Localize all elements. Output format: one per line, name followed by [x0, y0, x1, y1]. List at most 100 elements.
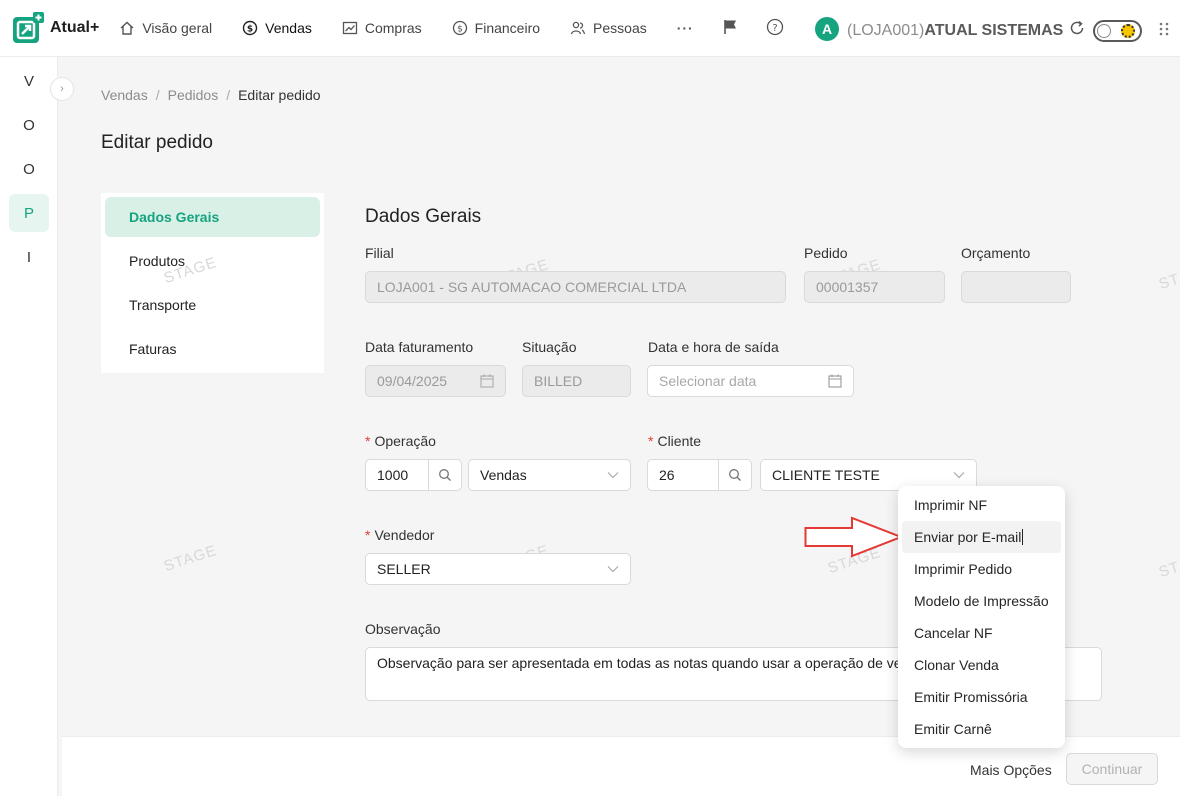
menu-imprimir-pedido[interactable]: Imprimir Pedido: [902, 553, 1061, 585]
data-faturamento-label: Data faturamento: [365, 339, 474, 355]
page-title: Editar pedido: [101, 132, 213, 153]
chevron-right-icon: ›: [60, 83, 64, 95]
collapse-sidebar-button[interactable]: ›: [50, 77, 74, 101]
orcamento-label: Orçamento: [961, 245, 1031, 261]
nav-visao-geral[interactable]: Visão geral: [119, 20, 212, 36]
operacao-selected: Vendas: [480, 467, 527, 483]
search-icon: [729, 469, 741, 481]
data-saida-label: Data e hora de saída: [648, 339, 779, 355]
menu-transporte[interactable]: Transporte: [105, 285, 320, 325]
nav-label: Vendas: [265, 20, 312, 36]
breadcrumb-pedidos[interactable]: Pedidos: [168, 87, 219, 103]
data-saida-placeholder: Selecionar data: [659, 373, 757, 389]
logo-icon: [12, 12, 44, 44]
avatar[interactable]: A: [815, 17, 839, 41]
more-options-menu: Imprimir NF Enviar por E-mail Imprimir P…: [898, 486, 1065, 748]
rail-item-v[interactable]: V: [9, 62, 49, 100]
menu-emitir-carne[interactable]: Emitir Carnê: [902, 713, 1061, 745]
nav-label: Financeiro: [474, 20, 541, 36]
cliente-code-input[interactable]: 26: [647, 459, 722, 491]
nav-compras[interactable]: Compras: [342, 20, 422, 36]
nav-label: Compras: [364, 20, 422, 36]
watermark: STAGE: [161, 541, 220, 576]
watermark: STAGE: [1156, 259, 1180, 294]
calendar-icon: [828, 374, 842, 388]
dollar-icon: $: [452, 20, 467, 36]
chevron-down-icon: [607, 472, 619, 479]
vendedor-select[interactable]: SELLER: [365, 553, 631, 585]
chevron-down-icon: [607, 566, 619, 573]
rail-item-i[interactable]: I: [9, 238, 49, 276]
menu-dados-gerais[interactable]: Dados Gerais: [105, 197, 320, 237]
left-rail: V O O P I: [0, 57, 58, 796]
filial-field[interactable]: LOJA001 - SG AUTOMACAO COMERCIAL LTDA: [365, 271, 786, 303]
search-icon: [439, 469, 451, 481]
refresh-icon[interactable]: [1068, 19, 1086, 37]
help-icon[interactable]: ?: [766, 18, 784, 36]
rail-item-o2[interactable]: O: [9, 150, 49, 188]
app-logo[interactable]: Atual+: [12, 12, 99, 44]
watermark: STAGE: [1156, 547, 1180, 582]
situacao-field[interactable]: BILLED: [522, 365, 631, 397]
operacao-select[interactable]: Vendas: [468, 459, 631, 491]
menu-imprimir-nf[interactable]: Imprimir NF: [902, 489, 1061, 521]
top-bar: Atual+ Visão geral $ Vendas Compras $ Fi…: [0, 0, 1180, 57]
theme-toggle[interactable]: [1093, 20, 1142, 42]
breadcrumb-vendas[interactable]: Vendas: [101, 87, 148, 103]
calendar-icon: [480, 374, 494, 388]
more-options-button[interactable]: Mais Opções: [970, 762, 1052, 778]
red-arrow-annotation: [804, 516, 904, 558]
breadcrumb: Vendas / Pedidos / Editar pedido: [101, 87, 321, 103]
pedido-field[interactable]: 00001357: [804, 271, 945, 303]
menu-modelo-impressao[interactable]: Modelo de Impressão: [902, 585, 1061, 617]
section-title: Dados Gerais: [365, 206, 482, 227]
flag-icon[interactable]: [722, 18, 740, 36]
sun-icon: [1121, 24, 1135, 38]
toggle-knob: [1097, 24, 1111, 38]
cliente-selected: CLIENTE TESTE: [772, 467, 880, 483]
pedido-label: Pedido: [804, 245, 848, 261]
operacao-search-button[interactable]: [428, 459, 462, 491]
nav-pessoas[interactable]: Pessoas: [570, 20, 647, 36]
menu-clonar-venda[interactable]: Clonar Venda: [902, 649, 1061, 681]
orcamento-field[interactable]: [961, 271, 1071, 303]
nav-label: Visão geral: [142, 20, 213, 36]
rail-item-o1[interactable]: O: [9, 106, 49, 144]
chevron-down-icon: [953, 472, 965, 479]
section-menu: Dados Gerais Produtos Transporte Faturas: [101, 193, 324, 373]
operacao-code-input[interactable]: 1000: [365, 459, 429, 491]
data-saida-field[interactable]: Selecionar data: [647, 365, 854, 397]
nav-label: Pessoas: [593, 20, 647, 36]
filial-label: Filial: [365, 245, 394, 261]
svg-text:$: $: [247, 25, 253, 35]
menu-emitir-promissoria[interactable]: Emitir Promissória: [902, 681, 1061, 713]
cliente-label: * Cliente: [648, 433, 702, 449]
svg-text:?: ?: [772, 23, 777, 34]
app-name: Atual+: [50, 19, 100, 36]
text-cursor: [1022, 529, 1024, 545]
nav-financeiro[interactable]: $ Financeiro: [452, 20, 540, 36]
data-faturamento-value: 09/04/2025: [377, 373, 448, 389]
main-nav: Visão geral $ Vendas Compras $ Financeir…: [119, 20, 723, 36]
rail-item-p[interactable]: P: [9, 194, 49, 232]
menu-enviar-email[interactable]: Enviar por E-mail: [902, 521, 1061, 553]
vendedor-selected: SELLER: [377, 561, 431, 577]
grid-dots-icon[interactable]: [1158, 21, 1172, 37]
company-name[interactable]: (LOJA001)ATUAL SISTEMAS: [847, 22, 1063, 40]
observacao-label: Observação: [365, 621, 441, 637]
people-icon: [570, 21, 586, 35]
svg-text:$: $: [457, 25, 463, 35]
cliente-search-button[interactable]: [718, 459, 752, 491]
continue-button[interactable]: Continuar: [1066, 753, 1158, 785]
breadcrumb-current: Editar pedido: [238, 87, 321, 103]
dollar-icon: $: [242, 20, 258, 36]
chart-icon: [342, 21, 358, 35]
situacao-label: Situação: [522, 339, 577, 355]
home-icon: [120, 21, 134, 35]
menu-cancelar-nf[interactable]: Cancelar NF: [902, 617, 1061, 649]
nav-more-button[interactable]: ···: [677, 20, 694, 36]
data-faturamento-field[interactable]: 09/04/2025: [365, 365, 506, 397]
menu-faturas[interactable]: Faturas: [105, 329, 320, 369]
vendedor-label: * Vendedor: [365, 527, 435, 543]
nav-vendas[interactable]: $ Vendas: [242, 20, 312, 36]
